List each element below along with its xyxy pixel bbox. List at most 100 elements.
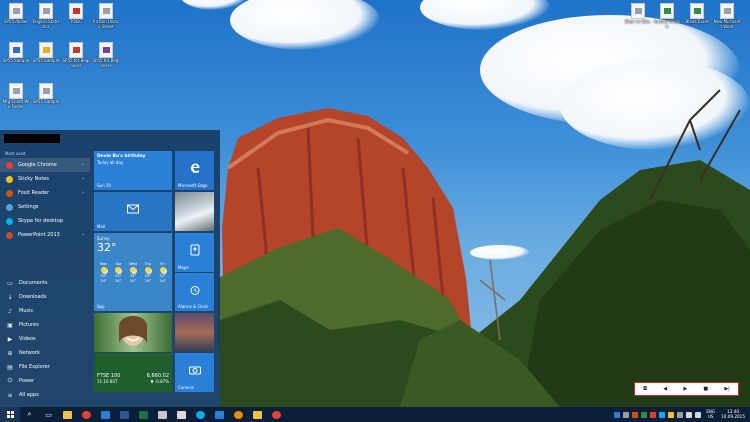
mail-icon — [127, 204, 139, 214]
alarms-tile[interactable]: Alarms & Clock — [175, 273, 214, 311]
most-used-item-label: Skype for desktop — [18, 218, 64, 224]
tray-app-icon[interactable] — [640, 411, 647, 418]
play-button[interactable]: ▶ — [683, 386, 687, 392]
most-used-item[interactable]: Settings — [0, 200, 90, 214]
taskbar-movies-button[interactable] — [210, 407, 229, 422]
calendar-tile[interactable]: Devie Bu's birthday Today all day Sun 10 — [94, 151, 172, 190]
desktop-icon[interactable]: English Statistics — [32, 3, 60, 29]
file-icon — [39, 42, 53, 58]
people-photo-tile[interactable] — [94, 313, 172, 352]
desktop-icon[interactable]: SP55 for Beginners — [92, 42, 120, 68]
most-used-item[interactable]: Google Chrome › — [0, 158, 90, 172]
language-indicator[interactable]: ENG US — [706, 409, 715, 419]
photos-tile[interactable] — [175, 192, 214, 231]
clock[interactable]: 13:40 10.09.2015 — [721, 409, 745, 420]
desktop-icon[interactable]: SP55 dealer — [2, 3, 30, 25]
most-used-item[interactable]: Sticky Notes › — [0, 172, 90, 186]
edge-tile[interactable]: Microsoft Edge — [175, 151, 214, 190]
desktop-icon[interactable]: Blank Excel — [683, 3, 711, 25]
chevron-right-icon[interactable]: › — [82, 232, 84, 238]
desktop-icon[interactable]: TOEIC — [62, 3, 90, 25]
desktop-icon-label: Dear sir Doc. — [624, 19, 652, 24]
most-used-item[interactable]: Foxit Reader › — [0, 186, 90, 200]
desktop-icon[interactable]: fuction Unlock — [653, 3, 681, 29]
taskbar-vlc-button[interactable] — [229, 407, 248, 422]
desktop-icon-label: SP55 Sample — [32, 99, 60, 104]
desktop-icon[interactable]: Mtg Client Win Folder — [2, 83, 30, 109]
places-item-label: Documents — [19, 280, 48, 286]
tray-app-icon[interactable] — [613, 411, 620, 418]
clock-date: 10.09.2015 — [721, 413, 745, 419]
file-icon — [39, 3, 53, 19]
maps-tile-label: Maps — [178, 265, 189, 270]
taskbar-file-explorer-button[interactable] — [58, 407, 77, 422]
media-player-icon — [158, 410, 167, 419]
forecast-low: 24° — [115, 278, 122, 283]
pause-button[interactable]: ■ — [703, 386, 708, 392]
edge-icon — [101, 410, 110, 419]
previous-button[interactable]: ◀ — [663, 386, 667, 392]
desktop-icon[interactable]: fuction Unlock Sheet — [92, 3, 120, 29]
taskbar-calculator-button[interactable] — [172, 407, 191, 422]
tray-app-icon[interactable] — [622, 411, 629, 418]
user-account-button[interactable] — [4, 134, 60, 143]
places-item[interactable]: ▶ Videos — [0, 332, 90, 346]
places-item-icon: ▭ — [7, 279, 13, 287]
desktop-icon[interactable]: Dear sir Doc. — [624, 3, 652, 25]
tray-app-icon[interactable] — [658, 411, 665, 418]
taskbar-media-player-button[interactable] — [153, 407, 172, 422]
most-used-item[interactable]: Skype for desktop — [0, 214, 90, 228]
start-button[interactable] — [0, 407, 20, 422]
taskbar-skype-button[interactable] — [191, 407, 210, 422]
calendar-event-time: Today all day — [97, 160, 124, 165]
places-item[interactable]: ▣ Pictures — [0, 318, 90, 332]
chevron-right-icon[interactable]: › — [82, 190, 84, 196]
desktop-icon[interactable]: SP55 for Beginners — [62, 42, 90, 68]
desktop-icon[interactable]: SP55 Sample — [32, 83, 60, 105]
taskbar-folder-button[interactable] — [248, 407, 267, 422]
money-tile[interactable]: FTSE 100 11:10 BST 6,660.02 ▼ -0.87% — [94, 353, 172, 392]
app-icon — [6, 161, 13, 169]
maps-tile[interactable]: Maps — [175, 233, 214, 272]
chevron-right-icon[interactable]: › — [82, 162, 84, 168]
places-item[interactable]: ▭ Documents — [0, 276, 90, 290]
taskbar-chrome-2-button[interactable] — [267, 407, 286, 422]
file-icon — [9, 83, 23, 99]
tray-app-icon[interactable] — [676, 411, 683, 418]
desktop-icon[interactable]: SP55 Sample — [2, 42, 30, 64]
taskbar-word-button[interactable] — [115, 407, 134, 422]
desktop-icon[interactable]: New Microsoft Word — [713, 3, 741, 29]
taskbar-excel-button[interactable] — [134, 407, 153, 422]
taskbar-chrome-button[interactable] — [77, 407, 96, 422]
taskbar: ⌕ ▭ ENG US 13:40 10.09.2015 — [0, 407, 750, 422]
tray-app-icon[interactable] — [631, 411, 638, 418]
places-item[interactable]: ⏻ Power — [0, 374, 90, 388]
next-button[interactable]: ▶| — [724, 386, 730, 392]
places-item[interactable]: ♪ Music — [0, 304, 90, 318]
most-used-item[interactable]: PowerPoint 2013 › — [0, 228, 90, 242]
mail-tile[interactable]: Mail — [94, 192, 172, 231]
places-item[interactable]: ⊕ Network — [0, 346, 90, 360]
chevron-right-icon[interactable]: › — [82, 176, 84, 182]
most-used-item-label: PowerPoint 2013 — [18, 232, 60, 238]
edge-icon — [190, 163, 199, 174]
places-item-icon: ≡ — [7, 391, 13, 399]
taskbar-search-button[interactable]: ⌕ — [20, 407, 39, 422]
places-item[interactable]: ▤ File Explorer — [0, 360, 90, 374]
store-tile[interactable] — [175, 313, 214, 352]
tray-app-icon[interactable] — [694, 411, 701, 418]
places-item-icon: ▣ — [7, 321, 13, 329]
places-item[interactable]: ≡ All apps — [0, 388, 90, 402]
tray-app-icon[interactable] — [649, 411, 656, 418]
stop-button[interactable]: ◘ — [643, 386, 647, 392]
camera-tile[interactable]: Camera — [175, 353, 214, 392]
places-item[interactable]: ↓ Downloads — [0, 290, 90, 304]
taskbar-edge-button[interactable] — [96, 407, 115, 422]
desktop-icon[interactable]: SP55 Sample — [32, 42, 60, 64]
places-list: ▭ Documents ↓ Downloads ♪ Music ▣ Pictures ▶ Vide… — [0, 276, 90, 402]
taskbar-task-view-button[interactable]: ▭ — [39, 407, 58, 422]
tray-app-icon[interactable] — [685, 411, 692, 418]
tray-app-icon[interactable] — [667, 411, 674, 418]
task-view-icon: ▭ — [45, 410, 52, 419]
weather-tile[interactable]: Sunny 32° Mon 33° 24° Tue 33° 24° Wed 33° 24° Thu… — [94, 233, 172, 311]
